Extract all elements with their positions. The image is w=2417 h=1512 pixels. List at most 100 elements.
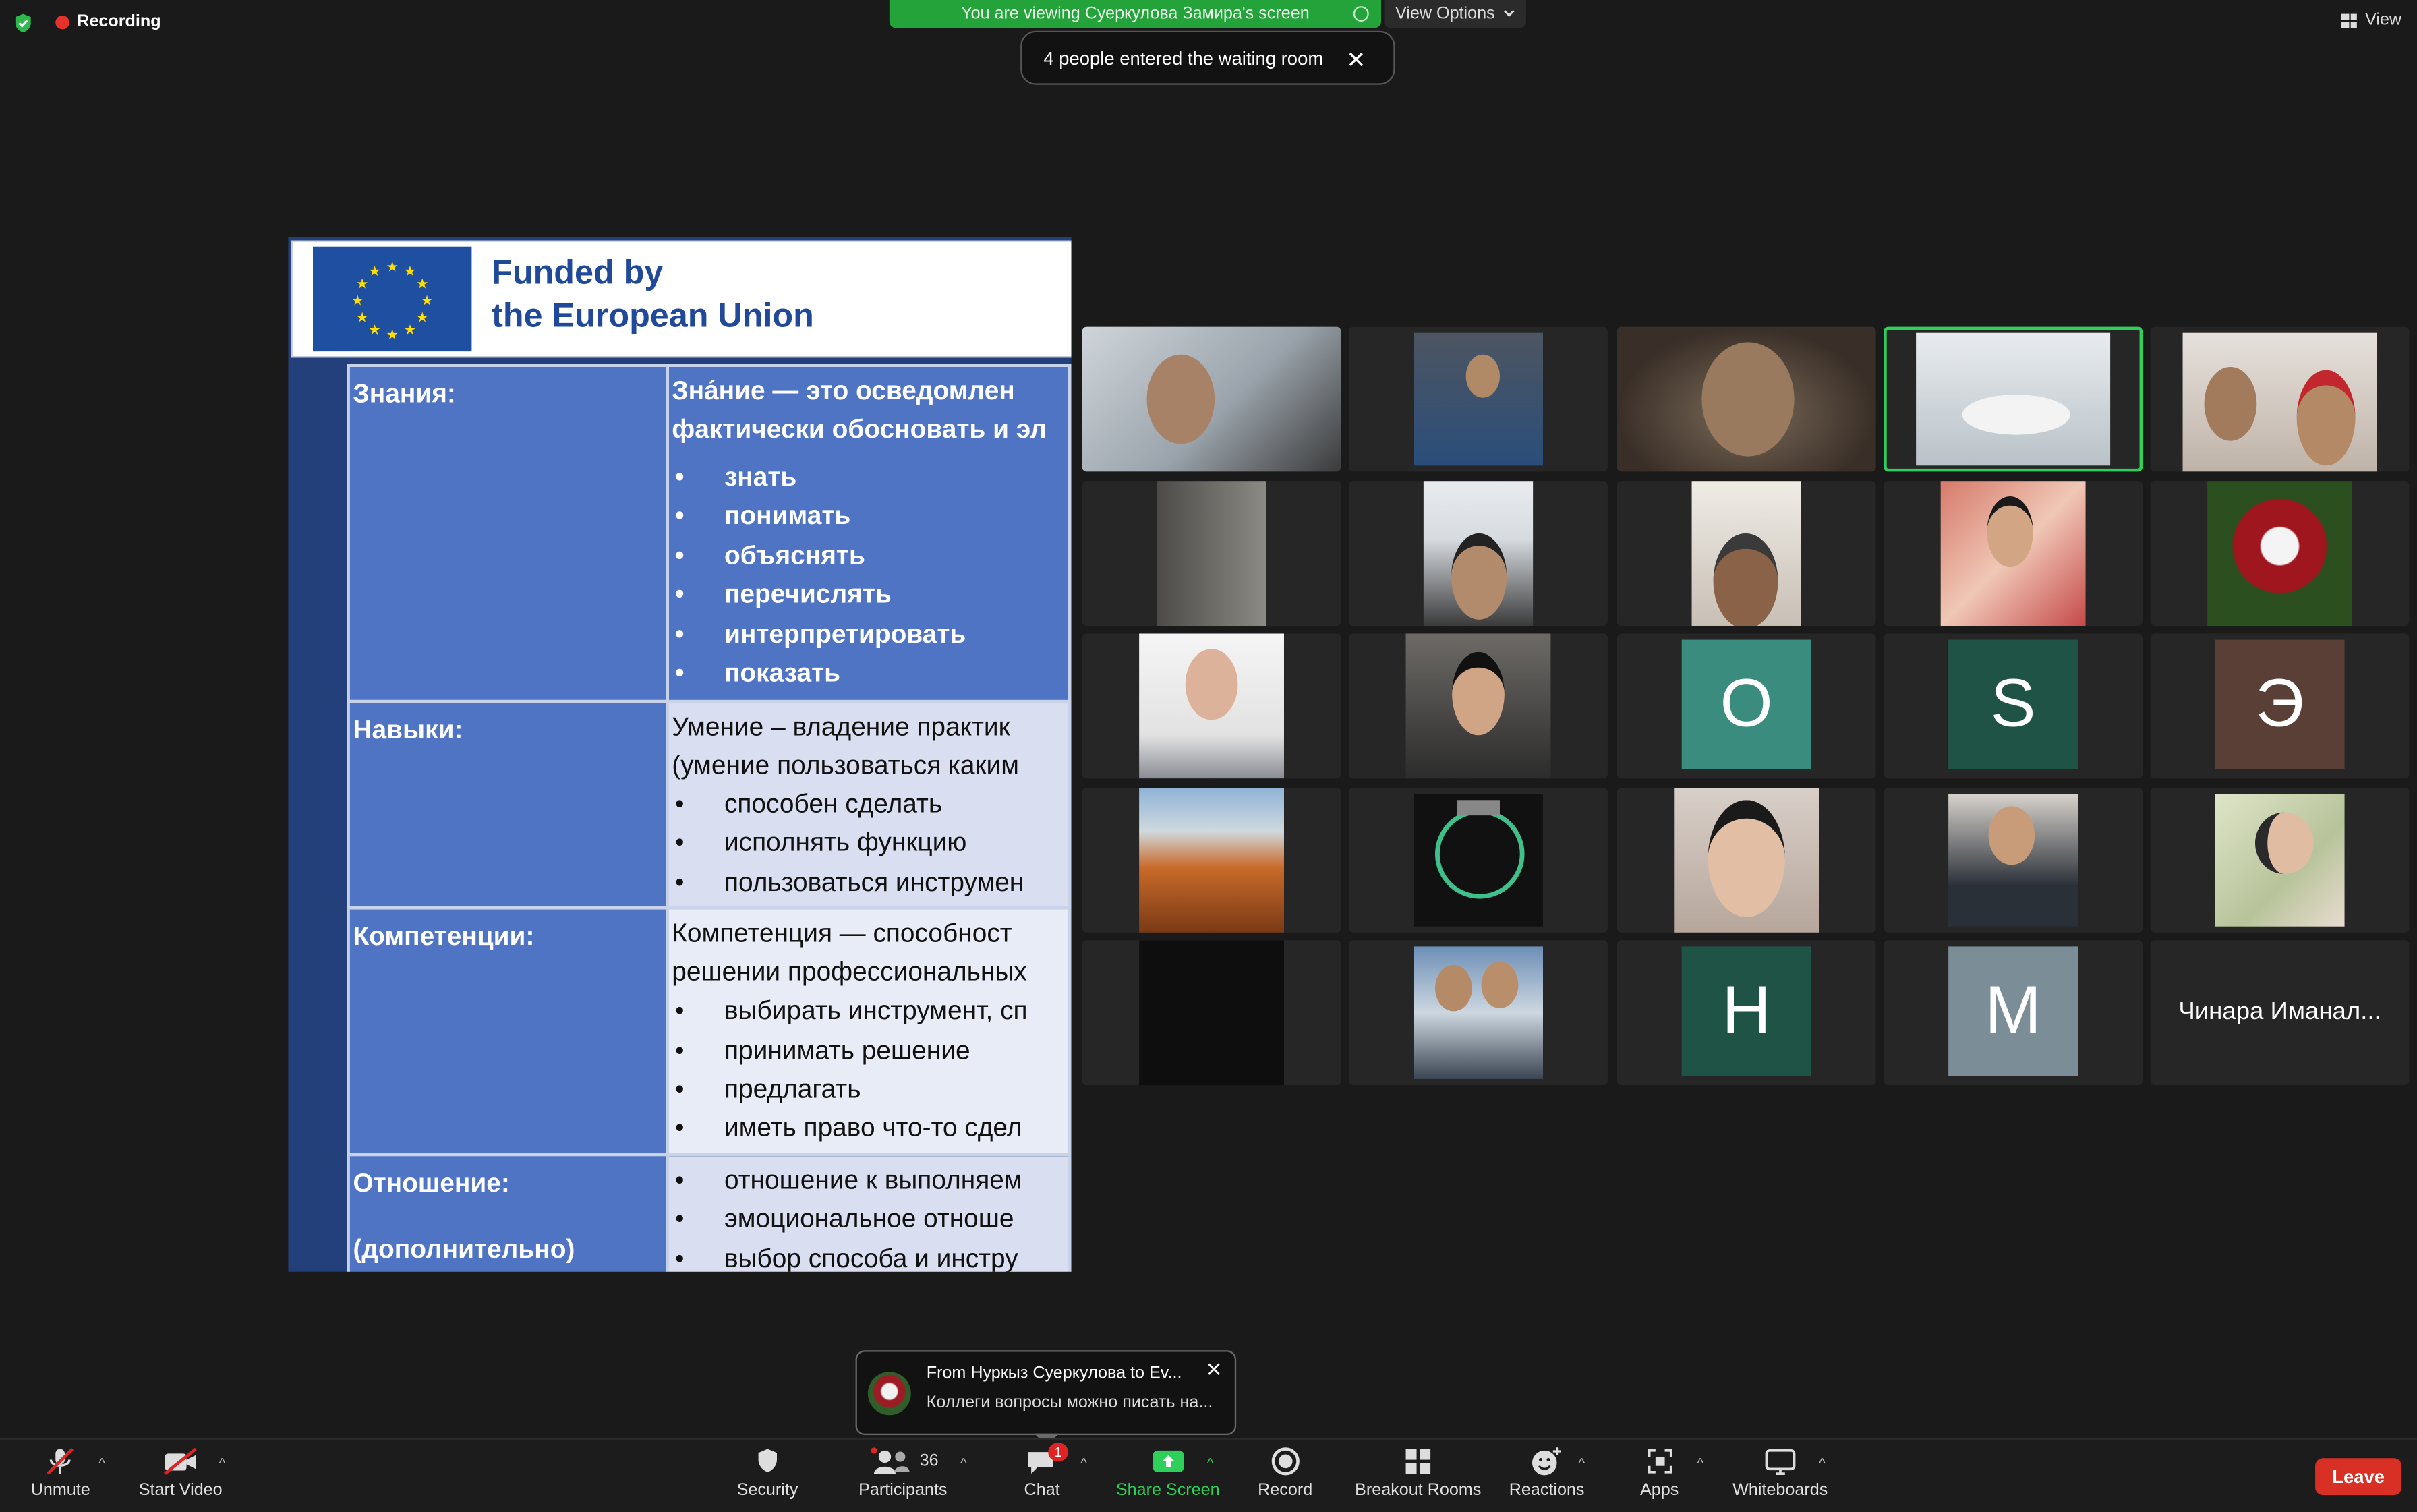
leave-button[interactable]: Leave <box>2315 1458 2402 1496</box>
participant-video <box>1948 794 2078 927</box>
participant-video-tile[interactable] <box>1884 481 2143 626</box>
participant-video <box>1139 787 1284 933</box>
participant-video <box>2207 481 2352 626</box>
participant-video-tile[interactable] <box>1082 633 1341 779</box>
recording-indicator[interactable]: Recording <box>55 12 161 31</box>
bullet-item: отношение к выполняем <box>672 1161 1065 1200</box>
apps-label: Apps <box>1639 1481 1679 1500</box>
participants-button[interactable]: 36 Participants <box>858 1446 948 1500</box>
participant-avatar-tile[interactable]: Э <box>2150 633 2410 779</box>
row-definition: Компетенция — способност решении професс… <box>666 906 1072 1156</box>
row-label: Компетенции: <box>347 906 669 1156</box>
participant-video-tile[interactable] <box>1082 787 1341 933</box>
whiteboard-icon <box>1765 1449 1796 1475</box>
participant-video <box>1139 940 1284 1086</box>
participant-video-tile[interactable] <box>2150 481 2410 626</box>
participant-avatar-tile[interactable]: S <box>1884 633 2143 779</box>
participant-video-tile[interactable] <box>2150 326 2410 472</box>
svg-text:★: ★ <box>404 263 416 279</box>
svg-text:★: ★ <box>351 293 363 309</box>
unmute-label: Unmute <box>30 1481 90 1500</box>
participant-video-tile[interactable] <box>1082 481 1341 626</box>
chat-notification-popup[interactable]: From Нуркыз Суеркулова to Ev... Коллеги … <box>855 1350 1237 1446</box>
record-label: Record <box>1258 1481 1313 1500</box>
participant-video-tile[interactable] <box>1348 787 1608 933</box>
definition-line: Зна́ние — это осведомлен <box>672 376 1015 406</box>
participant-video-tile[interactable] <box>1348 481 1608 626</box>
participant-video-tile[interactable] <box>1617 481 1876 626</box>
participant-video-tile[interactable] <box>1348 940 1608 1086</box>
chat-sender: From Нуркыз Суеркулова to Ev... <box>926 1364 1182 1383</box>
table-row: Компетенции: Компетенция — способност ре… <box>347 906 1072 1156</box>
svg-text:★: ★ <box>368 322 380 338</box>
bullet-item: интерпретировать <box>672 614 1065 654</box>
viewing-banner-text: You are viewing Суеркулова Замира's scre… <box>961 4 1310 24</box>
whiteboards-button[interactable]: Whiteboards <box>1732 1446 1828 1500</box>
participant-gallery: O S Э H M Чинара Иманал... <box>1071 107 2417 1280</box>
participant-avatar-tile[interactable]: M <box>1884 940 2143 1086</box>
emoji-smile-icon <box>1533 1447 1562 1476</box>
bullet-item: выбор способа и инстру <box>672 1239 1065 1272</box>
security-button[interactable]: Security <box>737 1446 798 1500</box>
view-options-button[interactable]: View Options <box>1384 0 1526 28</box>
participant-name: Чинара Иманал... <box>2178 999 2381 1025</box>
participant-video-tile[interactable] <box>1348 326 1608 472</box>
definition-line: Компетенция — способност <box>672 919 1012 949</box>
breakout-rooms-label: Breakout Rooms <box>1355 1481 1482 1500</box>
participant-video-tile[interactable] <box>1617 326 1876 472</box>
share-options-caret-icon[interactable]: ^ <box>1207 1455 1214 1471</box>
participant-video <box>1405 633 1551 779</box>
record-button[interactable]: Record <box>1258 1446 1312 1500</box>
whiteboards-options-caret-icon[interactable]: ^ <box>1819 1455 1826 1471</box>
grid-view-icon <box>2341 13 2358 27</box>
unmute-button[interactable]: Unmute <box>31 1446 90 1500</box>
microphone-muted-icon <box>47 1447 74 1475</box>
chat-options-caret-icon[interactable]: ^ <box>1080 1455 1087 1471</box>
participant-video-tile[interactable] <box>1082 940 1341 1086</box>
eu-title-line-2: the European Union <box>492 295 814 335</box>
participants-count: 36 <box>919 1452 939 1471</box>
participant-video-tile-active-speaker[interactable] <box>1884 326 2143 472</box>
definition-line: фактически обосновать и эл <box>672 414 1047 444</box>
participant-video <box>1423 481 1534 626</box>
reactions-button[interactable]: Reactions <box>1509 1446 1585 1500</box>
participants-icon <box>870 1447 909 1474</box>
eu-flag-logo: ★ ★ ★ ★ ★ ★ ★ ★ ★ ★ ★ ★ <box>312 246 472 352</box>
view-button[interactable]: View <box>2341 11 2401 29</box>
bullet-item: выбирать инструмент, сп <box>672 991 1065 1031</box>
svg-text:★: ★ <box>356 275 368 291</box>
apps-options-caret-icon[interactable]: ^ <box>1697 1455 1704 1471</box>
definition-line: Умение – владение практик <box>672 711 1010 742</box>
viewing-screen-banner: You are viewing Суеркулова Замира's scre… <box>889 0 1381 28</box>
share-screen-button[interactable]: Share Screen <box>1116 1446 1220 1500</box>
bullet-item: знать <box>672 458 1065 498</box>
row-label: Знания: <box>347 364 669 703</box>
share-screen-icon <box>1152 1450 1184 1472</box>
audio-options-caret-icon[interactable]: ^ <box>98 1455 105 1471</box>
security-label: Security <box>736 1481 798 1500</box>
participant-avatar-tile[interactable]: O <box>1617 633 1876 779</box>
svg-text:★: ★ <box>404 322 416 338</box>
participant-video-tile[interactable] <box>1348 633 1608 779</box>
row-label-text: Отношение: <box>353 1167 510 1198</box>
participant-video-tile[interactable] <box>2150 787 2410 933</box>
avatar: Э <box>2215 639 2345 769</box>
record-icon <box>1271 1447 1300 1476</box>
bullet-item: принимать решение <box>672 1030 1065 1070</box>
avatar: S <box>1948 639 2078 769</box>
participant-video <box>1139 633 1284 779</box>
participants-options-caret-icon[interactable]: ^ <box>960 1455 967 1471</box>
breakout-rooms-button[interactable]: Breakout Rooms <box>1355 1446 1481 1500</box>
start-video-button[interactable]: Start Video <box>139 1446 223 1500</box>
definition-line: решении профессиональных <box>672 957 1027 987</box>
participant-video-tile[interactable] <box>1082 326 1341 472</box>
close-icon[interactable]: ✕ <box>1206 1358 1223 1383</box>
participant-name-tile[interactable]: Чинара Иманал... <box>2150 940 2410 1086</box>
video-options-caret-icon[interactable]: ^ <box>219 1455 226 1471</box>
participant-avatar-tile[interactable]: H <box>1617 940 1876 1086</box>
reactions-options-caret-icon[interactable]: ^ <box>1579 1455 1585 1471</box>
participant-video-tile[interactable] <box>1617 787 1876 933</box>
apps-button[interactable]: Apps <box>1640 1446 1679 1500</box>
close-icon[interactable]: ✕ <box>1346 47 1366 74</box>
participant-video-tile[interactable] <box>1884 787 2143 933</box>
